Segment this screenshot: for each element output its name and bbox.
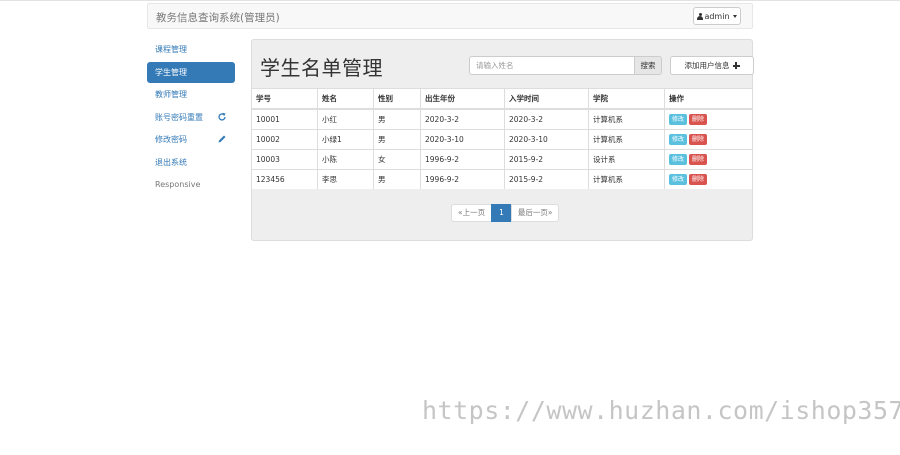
cell-gender: 女 xyxy=(373,149,421,170)
cell-college: 计算机系 xyxy=(588,129,665,150)
cell-name: 小红 xyxy=(317,108,374,130)
edit-button[interactable]: 修改 xyxy=(669,174,688,185)
sidebar-item-label: 学生管理 xyxy=(155,67,187,77)
watermark: https://www.huzhan.com/ishop3572 xyxy=(422,396,900,425)
prev-page-button[interactable]: «上一页 xyxy=(451,204,493,222)
cell-name: 李思 xyxy=(317,169,374,189)
delete-button[interactable]: 删除 xyxy=(689,134,708,145)
table-row: 10001 小红 男 2020-3-2 2020-3-2 计算机系 修改 删除 xyxy=(252,108,752,130)
search-input[interactable] xyxy=(469,56,635,75)
cell-gender: 男 xyxy=(373,129,421,150)
cell-birth-year: 1996-9-2 xyxy=(420,149,505,170)
sidebar-item-label: 修改密码 xyxy=(155,135,187,144)
header-student-id: 学号 xyxy=(252,88,318,110)
sidebar-item-reset-password[interactable]: 账号密码重置 xyxy=(147,107,235,128)
cell-enroll-date: 2020-3-2 xyxy=(504,108,589,130)
student-table: 学号 姓名 性别 出生年份 入学时间 学院 操作 10001 小红 男 2020… xyxy=(252,88,752,189)
cell-college: 计算机系 xyxy=(588,108,665,130)
edit-button[interactable]: 修改 xyxy=(669,154,688,165)
cell-student-id: 10003 xyxy=(252,149,318,170)
user-name: admin xyxy=(704,11,730,21)
sidebar-item-students[interactable]: 学生管理 xyxy=(147,61,235,83)
caret-down-icon xyxy=(732,14,737,18)
sidebar-item-responsive: Responsive xyxy=(147,174,235,195)
page-title: 学生名单管理 xyxy=(260,56,383,80)
pagination: «上一页 1 最后一页» xyxy=(451,204,560,222)
sidebar-item-label: 退出系统 xyxy=(155,157,187,167)
cell-student-id: 123456 xyxy=(252,169,318,189)
cell-gender: 男 xyxy=(373,108,421,130)
last-page-button[interactable]: 最后一页» xyxy=(510,204,560,222)
cell-student-id: 10001 xyxy=(252,108,318,130)
table-row: 123456 李思 男 1996-9-2 2015-9-2 计算机系 修改 删除 xyxy=(252,169,752,189)
header-gender: 性别 xyxy=(373,88,421,110)
user-icon xyxy=(697,12,704,20)
delete-button[interactable]: 删除 xyxy=(689,154,708,165)
cell-actions: 修改 删除 xyxy=(664,169,752,189)
table-row: 10003 小陈 女 1996-9-2 2015-9-2 设计系 修改 删除 xyxy=(252,149,752,170)
delete-button[interactable]: 删除 xyxy=(689,114,708,125)
cell-college: 计算机系 xyxy=(588,169,665,189)
edit-button[interactable]: 修改 xyxy=(669,114,688,125)
cell-enroll-date: 2020-3-10 xyxy=(504,129,589,150)
cell-student-id: 10002 xyxy=(252,129,318,150)
cell-birth-year: 1996-9-2 xyxy=(420,169,505,189)
top-rule xyxy=(0,0,900,1)
cell-birth-year: 2020-3-2 xyxy=(420,108,505,130)
current-page-button[interactable]: 1 xyxy=(491,204,512,222)
sidebar-item-logout[interactable]: 退出系统 xyxy=(147,152,235,173)
sidebar-item-teachers[interactable]: 教师管理 xyxy=(147,84,235,105)
edit-button[interactable]: 修改 xyxy=(669,134,688,145)
add-user-label: 添加用户信息 xyxy=(684,61,730,70)
cell-name: 小绿1 xyxy=(317,129,374,150)
header-college: 学院 xyxy=(588,88,665,110)
user-menu-button[interactable]: admin xyxy=(693,7,741,25)
sidebar: 课程管理 学生管理 教师管理 账号密码重置 修改密码 退出系统 Responsi… xyxy=(147,39,235,197)
search-button[interactable]: 搜索 xyxy=(634,56,662,75)
add-user-button[interactable]: 添加用户信息 xyxy=(670,56,754,75)
table-header-row: 学号 姓名 性别 出生年份 入学时间 学院 操作 xyxy=(252,88,752,110)
delete-button[interactable]: 删除 xyxy=(689,174,708,185)
sidebar-item-label: 教师管理 xyxy=(155,90,187,99)
cell-name: 小陈 xyxy=(317,149,374,170)
cell-actions: 修改 删除 xyxy=(664,108,752,130)
cell-enroll-date: 2015-9-2 xyxy=(504,169,589,189)
sidebar-item-label: Responsive xyxy=(155,180,201,189)
table-row: 10002 小绿1 男 2020-3-10 2020-3-10 计算机系 修改删… xyxy=(252,129,752,150)
cell-actions: 修改 删除 xyxy=(664,129,752,150)
plus-icon xyxy=(732,62,740,69)
cell-gender: 男 xyxy=(373,169,421,189)
sidebar-item-courses[interactable]: 课程管理 xyxy=(147,39,235,60)
cell-enroll-date: 2015-9-2 xyxy=(504,149,589,170)
cell-birth-year: 2020-3-10 xyxy=(420,129,505,150)
header-birth-year: 出生年份 xyxy=(420,88,505,110)
refresh-icon xyxy=(218,112,226,121)
sidebar-item-label: 课程管理 xyxy=(155,45,187,54)
main-panel: 学生名单管理 搜索 添加用户信息 学号 姓名 性别 出生年份 入学时间 学院 操… xyxy=(251,39,754,241)
navbar: 教务信息查询系统(管理员) admin xyxy=(147,3,753,29)
sidebar-item-change-password[interactable]: 修改密码 xyxy=(147,129,235,150)
cell-actions: 修改 删除 xyxy=(664,149,752,170)
app-brand[interactable]: 教务信息查询系统(管理员) xyxy=(156,10,280,25)
header-actions: 操作 xyxy=(664,88,752,110)
sidebar-item-label: 账号密码重置 xyxy=(155,112,203,122)
header-enroll-date: 入学时间 xyxy=(504,88,589,110)
pencil-icon xyxy=(218,135,226,143)
cell-college: 设计系 xyxy=(588,149,665,170)
header-name: 姓名 xyxy=(317,88,374,110)
